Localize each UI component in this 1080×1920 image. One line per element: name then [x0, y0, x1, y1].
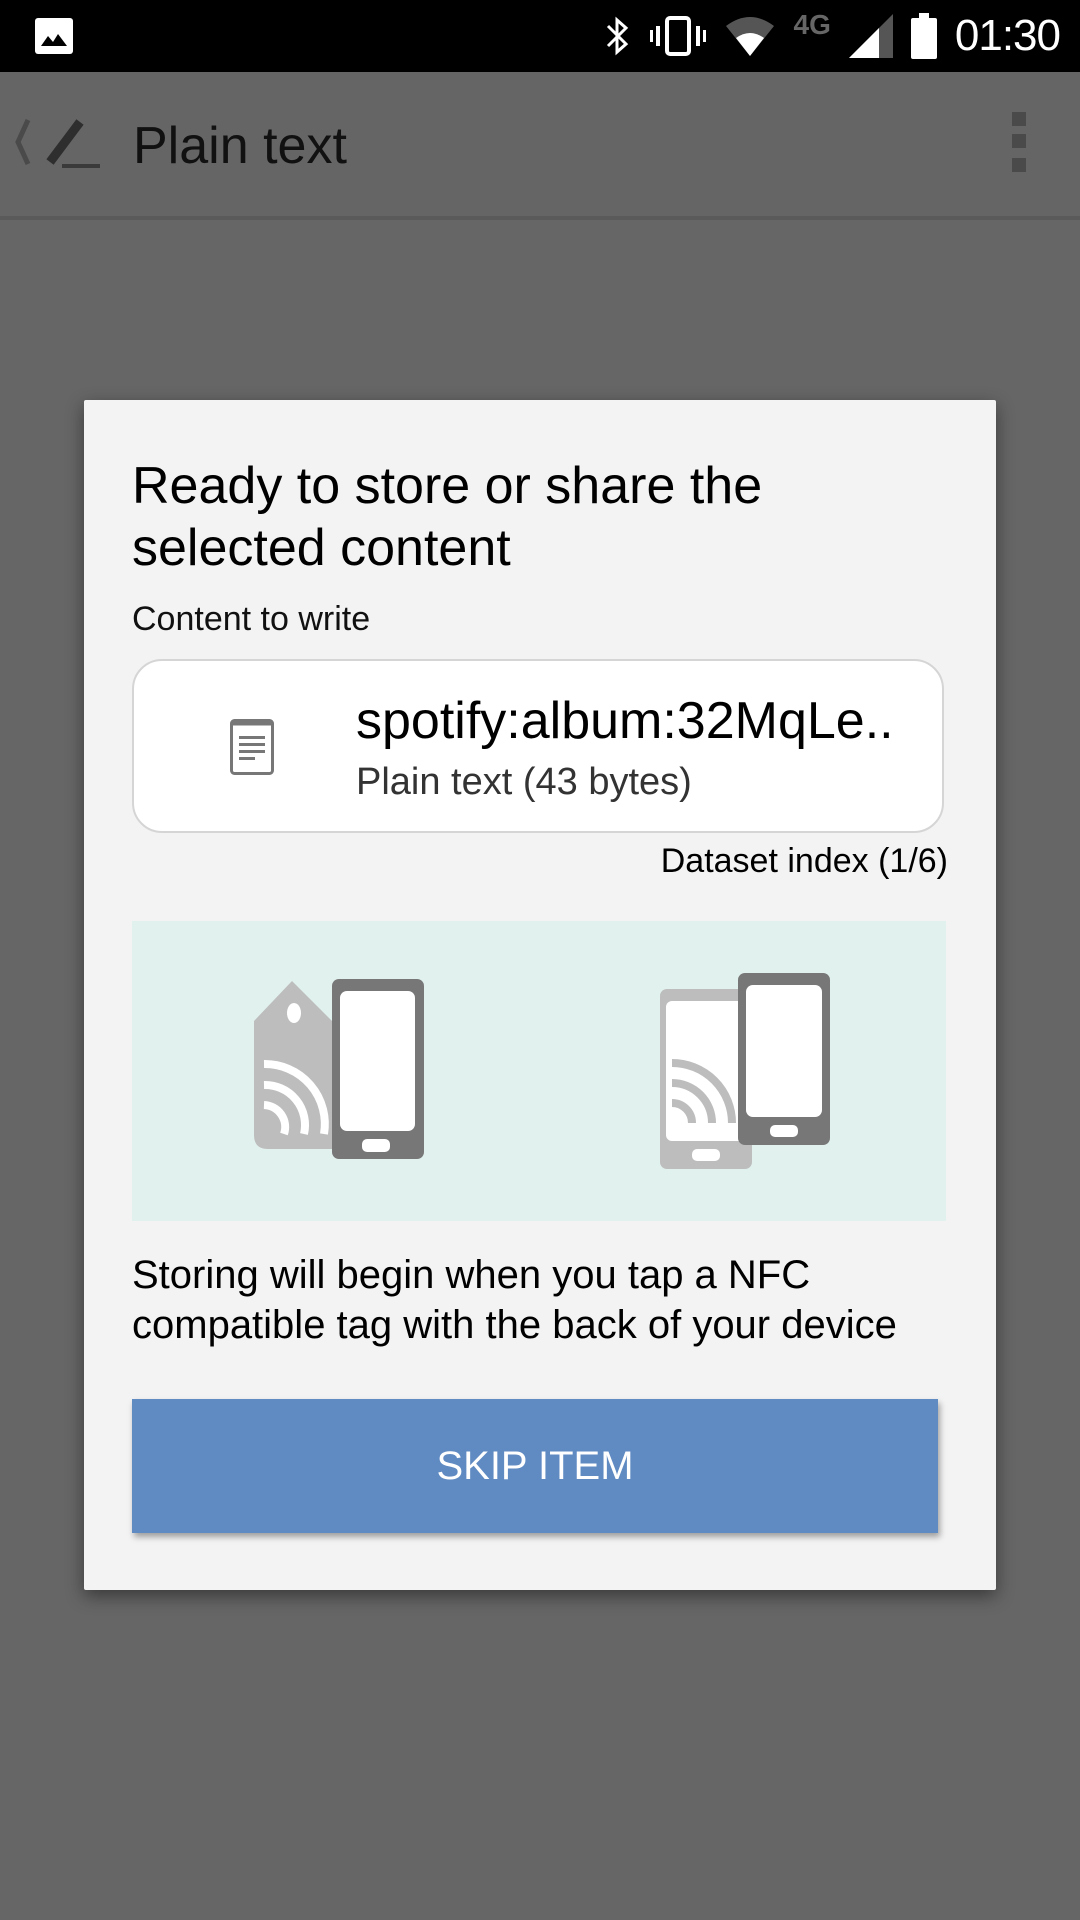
app-bar: Plain text — [0, 72, 1080, 220]
battery-icon — [910, 13, 937, 59]
instruction-text: Storing will begin when you tap a NFC co… — [132, 1253, 897, 1347]
skip-item-button[interactable]: SKIP ITEM — [132, 1399, 938, 1533]
dialog-title: Ready to store or share the selected con… — [132, 457, 763, 577]
nfc-illustration-panel — [132, 921, 946, 1221]
wifi-icon — [725, 17, 774, 56]
back-chevron-icon — [15, 118, 100, 168]
clock: 01:30 — [954, 11, 1061, 60]
nfc-tag-to-phone-icon — [254, 979, 424, 1159]
content-label: Content to write — [132, 600, 371, 638]
cell-signal-icon — [848, 14, 893, 58]
back-button[interactable] — [10, 118, 110, 175]
document-icon — [230, 719, 274, 775]
status-bar: 4G 01:30 — [0, 0, 1080, 72]
bluetooth-icon — [606, 16, 628, 56]
network-type-label: 4G — [793, 9, 831, 40]
gallery-notification-icon — [35, 18, 73, 54]
app-bar-title: Plain text — [133, 117, 347, 175]
content-type-size: Plain text (43 bytes) — [356, 761, 692, 803]
vibrate-icon — [649, 16, 706, 56]
content-item-card[interactable]: spotify:album:32MqLe.. Plain text (43 by… — [132, 659, 944, 833]
dataset-index: Dataset index (1/6) — [660, 842, 948, 880]
store-share-dialog: Ready to store or share the selected con… — [84, 400, 996, 1590]
phone-to-phone-icon — [660, 973, 830, 1169]
more-vert-icon[interactable] — [1012, 112, 1032, 174]
content-value: spotify:album:32MqLe.. — [356, 692, 894, 750]
